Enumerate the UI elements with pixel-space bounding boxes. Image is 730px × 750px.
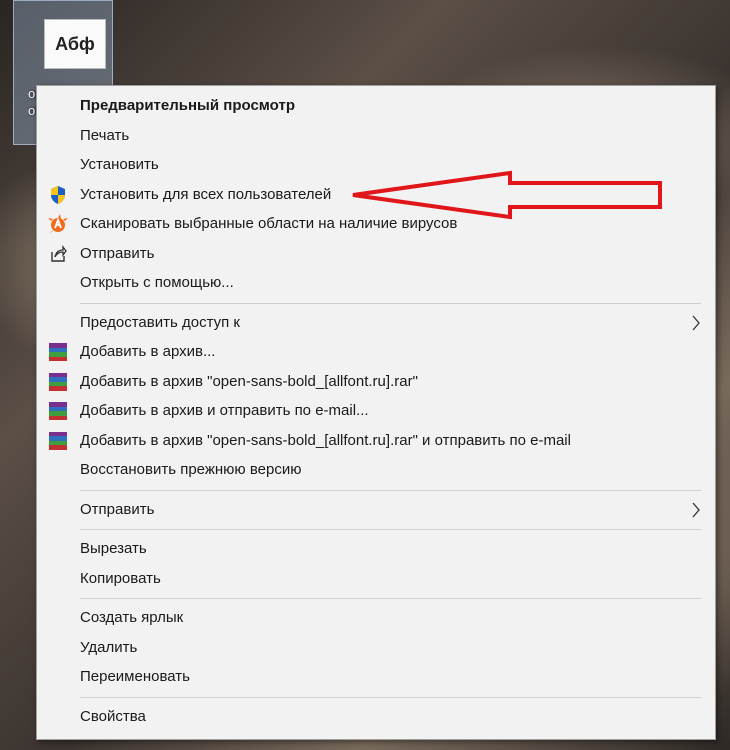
menu-item-label: Отправить: [80, 244, 155, 262]
menu-item-rename[interactable]: Переименовать: [37, 662, 715, 692]
menu-item-print[interactable]: Печать: [37, 121, 715, 151]
menu-item-label: Печать: [80, 126, 130, 144]
menu-item-label: Переименовать: [80, 668, 190, 686]
menu-item-add-archive-rar-email[interactable]: Добавить в архив "open-sans-bold_[allfon…: [37, 426, 715, 456]
menu-separator: [80, 598, 701, 599]
menu-item-label: Открыть с помощью...: [80, 274, 234, 292]
menu-item-label: Удалить: [80, 638, 138, 656]
share-icon: [48, 244, 68, 264]
uac-shield-icon: [48, 185, 68, 205]
menu-item-add-archive-email[interactable]: Добавить в архив и отправить по e-mail..…: [37, 396, 715, 426]
winrar-icon: [48, 401, 68, 421]
menu-item-label: Установить для всех пользователей: [80, 185, 332, 203]
menu-item-label: Отправить: [80, 500, 155, 518]
avast-icon: [48, 214, 68, 234]
menu-separator: [80, 529, 701, 530]
menu-item-label: Создать ярлык: [80, 609, 184, 627]
menu-item-label: Восстановить прежнюю версию: [80, 461, 302, 479]
menu-item-open-with[interactable]: Открыть с помощью...: [37, 268, 715, 298]
font-file-icon-text: Абф: [55, 33, 95, 54]
menu-item-create-shortcut[interactable]: Создать ярлык: [37, 603, 715, 633]
menu-item-delete[interactable]: Удалить: [37, 633, 715, 663]
menu-item-label: Предоставить доступ к: [80, 313, 240, 331]
menu-item-properties[interactable]: Свойства: [37, 702, 715, 732]
winrar-icon: [48, 342, 68, 362]
winrar-icon: [48, 372, 68, 392]
menu-item-send-to[interactable]: Отправить: [37, 495, 715, 525]
menu-separator: [80, 302, 701, 304]
menu-separator: [80, 489, 701, 491]
chevron-right-icon: [692, 502, 700, 517]
menu-item-label: Добавить в архив и отправить по e-mail..…: [80, 402, 369, 420]
menu-item-label: Добавить в архив...: [80, 343, 216, 361]
menu-item-give-access[interactable]: Предоставить доступ к: [37, 308, 715, 338]
menu-item-label: Копировать: [80, 569, 161, 587]
menu-item-label: Добавить в архив "open-sans-bold_[allfon…: [80, 372, 418, 390]
menu-item-restore-version[interactable]: Восстановить прежнюю версию: [37, 455, 715, 485]
winrar-icon: [48, 431, 68, 451]
menu-item-label: Предварительный просмотр: [80, 97, 295, 115]
menu-item-label: Установить: [80, 156, 159, 174]
menu-item-label: Свойства: [80, 707, 146, 725]
menu-item-label: Вырезать: [80, 540, 147, 558]
menu-item-share[interactable]: Отправить: [37, 239, 715, 269]
red-arrow-annotation: [352, 170, 662, 220]
menu-item-add-archive[interactable]: Добавить в архив...: [37, 337, 715, 367]
menu-item-label: Добавить в архив "open-sans-bold_[allfon…: [80, 431, 571, 449]
menu-item-cut[interactable]: Вырезать: [37, 534, 715, 564]
chevron-right-icon: [692, 315, 700, 330]
menu-separator: [80, 696, 701, 698]
menu-item-add-archive-rar[interactable]: Добавить в архив "open-sans-bold_[allfon…: [37, 367, 715, 397]
menu-item-preview[interactable]: Предварительный просмотр: [37, 91, 715, 121]
menu-item-copy[interactable]: Копировать: [37, 564, 715, 594]
font-file-icon: Абф: [44, 19, 106, 69]
